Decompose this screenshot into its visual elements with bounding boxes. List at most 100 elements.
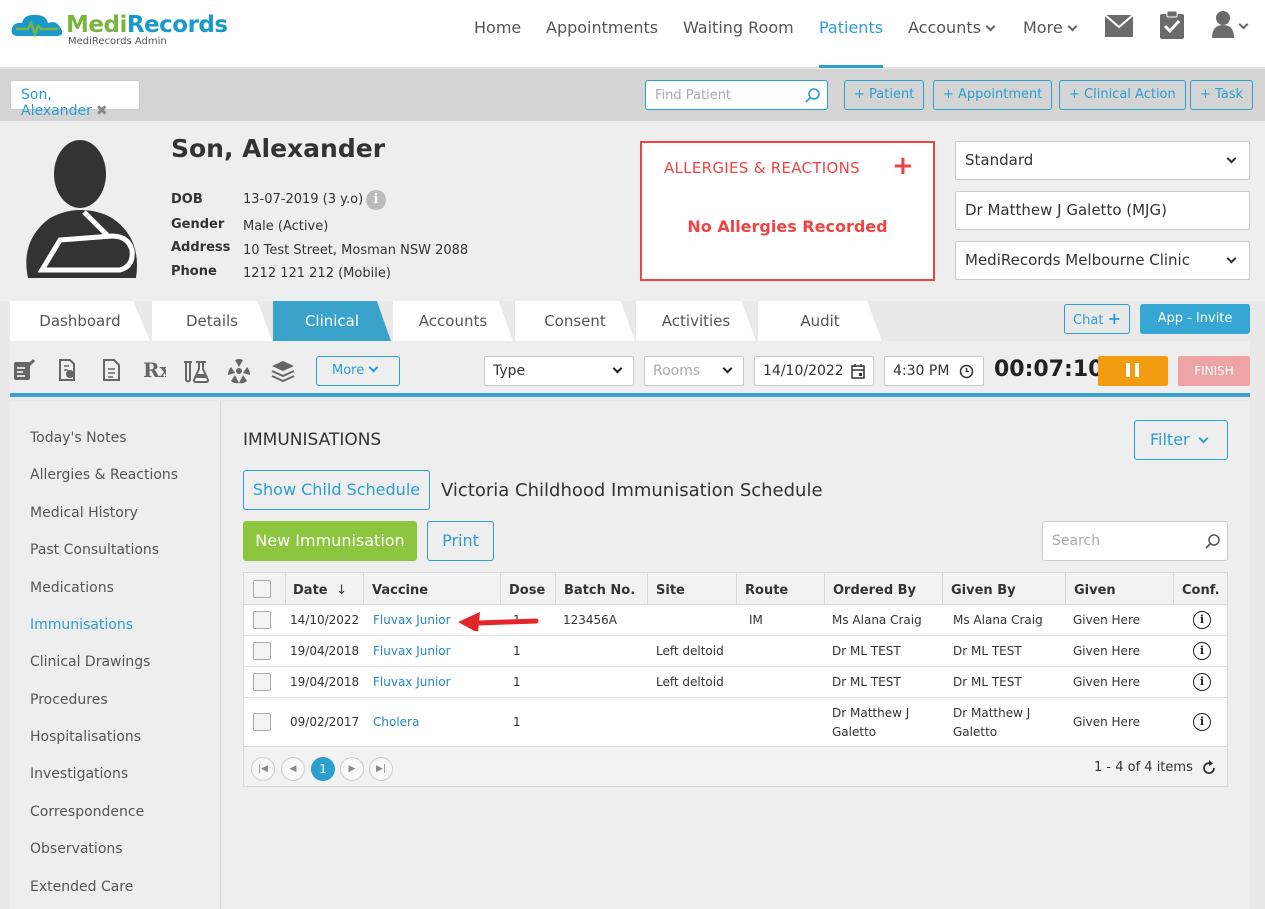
info-circle-icon[interactable]: i: [1193, 611, 1211, 629]
immunisation-search-input[interactable]: Search: [1042, 521, 1228, 561]
sidebar-item-hospitalisations[interactable]: Hospitalisations: [30, 729, 141, 745]
first-page-icon[interactable]: |◀: [251, 757, 275, 781]
more-tools-button[interactable]: More: [316, 356, 400, 386]
prev-page-icon[interactable]: ◀: [281, 757, 305, 781]
page-number-current[interactable]: 1: [311, 757, 335, 781]
add-clinical-action-button[interactable]: + Clinical Action: [1059, 80, 1186, 110]
info-icon[interactable]: i: [366, 190, 386, 210]
clinic-select[interactable]: MediRecords Melbourne Clinic: [955, 241, 1250, 280]
column-header-batch[interactable]: Batch No.: [564, 583, 635, 598]
show-child-schedule-button[interactable]: Show Child Schedule: [243, 470, 430, 510]
prescription-doc-icon[interactable]: [56, 358, 82, 384]
rx-icon[interactable]: Rx: [142, 358, 173, 384]
sidebar-item-clinical-drawings[interactable]: Clinical Drawings: [30, 654, 150, 670]
add-appointment-button[interactable]: + Appointment: [933, 80, 1053, 110]
tab-activities[interactable]: Activities: [636, 301, 756, 341]
time-input[interactable]: 4:30 PM: [884, 356, 984, 386]
add-patient-button[interactable]: + Patient: [844, 80, 925, 110]
notes-icon[interactable]: [12, 358, 38, 384]
clipboard-check-icon[interactable]: [1160, 10, 1184, 43]
filter-button[interactable]: Filter: [1134, 420, 1228, 460]
sidebar-item-observations[interactable]: Observations: [30, 841, 123, 857]
info-circle-icon[interactable]: i: [1193, 642, 1211, 660]
brand-name[interactable]: MediRecords: [66, 12, 228, 38]
new-immunisation-button[interactable]: New Immunisation: [243, 521, 417, 561]
last-page-icon[interactable]: ▶|: [369, 757, 393, 781]
cell-vaccine-link[interactable]: Fluvax Junior: [373, 613, 451, 627]
chat-button[interactable]: Chat +: [1064, 304, 1130, 334]
row-checkbox[interactable]: [253, 611, 271, 629]
clock-icon[interactable]: [959, 364, 974, 379]
finish-button[interactable]: FINISH: [1178, 356, 1250, 386]
table-row[interactable]: 09/02/2017 Cholera 1 Dr Matthew J Galett…: [244, 698, 1227, 746]
document-icon[interactable]: [100, 358, 126, 384]
tab-consent[interactable]: Consent: [515, 301, 635, 341]
table-row[interactable]: 19/04/2018 Fluvax Junior 1 Left deltoid …: [244, 636, 1227, 667]
pause-button[interactable]: [1098, 356, 1168, 386]
tab-audit[interactable]: Audit: [758, 301, 882, 341]
info-circle-icon[interactable]: i: [1193, 713, 1211, 731]
sidebar-item-allergies[interactable]: Allergies & Reactions: [30, 467, 178, 483]
table-row[interactable]: 19/04/2018 Fluvax Junior 1 Left deltoid …: [244, 667, 1227, 698]
tab-clinical[interactable]: Clinical: [273, 301, 391, 341]
type-select[interactable]: Type: [484, 356, 634, 386]
cell-vaccine-link[interactable]: Fluvax Junior: [373, 644, 451, 658]
select-all-checkbox[interactable]: [253, 580, 271, 598]
nav-accounts[interactable]: Accounts: [908, 18, 996, 68]
sidebar-item-correspondence[interactable]: Correspondence: [30, 804, 144, 820]
print-button[interactable]: Print: [427, 521, 494, 561]
column-header-given[interactable]: Given: [1074, 583, 1116, 598]
app-invite-button[interactable]: App - Invite: [1140, 304, 1250, 334]
mail-icon[interactable]: [1104, 14, 1134, 41]
sidebar-item-immunisations[interactable]: Immunisations: [30, 617, 133, 633]
rooms-select[interactable]: Rooms: [644, 356, 744, 386]
tab-dashboard[interactable]: Dashboard: [10, 301, 150, 341]
open-patient-tab[interactable]: Son, Alexander ✖: [10, 80, 140, 119]
calendar-icon[interactable]: [851, 364, 865, 379]
sidebar-item-extended-care[interactable]: Extended Care: [30, 879, 133, 895]
sidebar-item-past-consultations[interactable]: Past Consultations: [30, 542, 159, 558]
sidebar-item-medications[interactable]: Medications: [30, 580, 114, 596]
table-row[interactable]: 14/10/2022 Fluvax Junior 1 123456A IM Ms…: [244, 605, 1227, 636]
nav-home[interactable]: Home: [474, 18, 521, 68]
row-checkbox[interactable]: [253, 673, 271, 691]
medirecords-logo-icon[interactable]: [10, 12, 66, 44]
lab-flask-icon[interactable]: [182, 358, 210, 384]
nav-waiting-room[interactable]: Waiting Room: [683, 18, 794, 68]
nav-appointments[interactable]: Appointments: [546, 18, 658, 68]
radiology-icon[interactable]: [226, 358, 252, 384]
nav-patients[interactable]: Patients: [819, 18, 884, 68]
sidebar-item-procedures[interactable]: Procedures: [30, 692, 108, 708]
billing-select[interactable]: Standard: [955, 141, 1250, 180]
column-header-ordered-by[interactable]: Ordered By: [833, 583, 916, 598]
column-header-conf[interactable]: Conf.: [1182, 583, 1220, 598]
user-menu[interactable]: [1212, 10, 1249, 42]
find-patient-input[interactable]: Find Patient: [645, 80, 828, 110]
row-checkbox[interactable]: [253, 642, 271, 660]
tab-details[interactable]: Details: [152, 301, 272, 341]
tab-accounts[interactable]: Accounts: [393, 301, 513, 341]
column-header-route[interactable]: Route: [745, 583, 788, 598]
sidebar-item-investigations[interactable]: Investigations: [30, 766, 128, 782]
column-header-date[interactable]: Date ↓: [293, 583, 347, 598]
row-checkbox[interactable]: [253, 713, 271, 731]
cell-vaccine-link[interactable]: Fluvax Junior: [373, 675, 451, 689]
doctor-field[interactable]: Dr Matthew J Galetto (MJG): [955, 191, 1250, 230]
cell-vaccine-link[interactable]: Cholera: [373, 715, 419, 729]
sidebar-item-todays-notes[interactable]: Today's Notes: [30, 430, 127, 446]
stacked-layers-icon[interactable]: [270, 358, 296, 384]
close-icon[interactable]: ✖: [96, 103, 108, 119]
refresh-icon[interactable]: [1201, 760, 1217, 776]
add-allergy-plus-icon[interactable]: +: [892, 151, 914, 181]
add-task-button[interactable]: + Task: [1190, 80, 1254, 110]
column-header-given-by[interactable]: Given By: [951, 583, 1016, 598]
info-circle-icon[interactable]: i: [1193, 673, 1211, 691]
next-page-icon[interactable]: ▶: [340, 757, 364, 781]
sidebar-item-medical-history[interactable]: Medical History: [30, 505, 138, 521]
date-input[interactable]: 14/10/2022: [754, 356, 874, 386]
column-header-vaccine[interactable]: Vaccine: [372, 583, 428, 598]
column-header-site[interactable]: Site: [656, 583, 685, 598]
column-header-dose[interactable]: Dose: [509, 583, 545, 598]
cell-given-by-line2: Galetto: [953, 725, 998, 739]
nav-more[interactable]: More: [1023, 18, 1078, 68]
